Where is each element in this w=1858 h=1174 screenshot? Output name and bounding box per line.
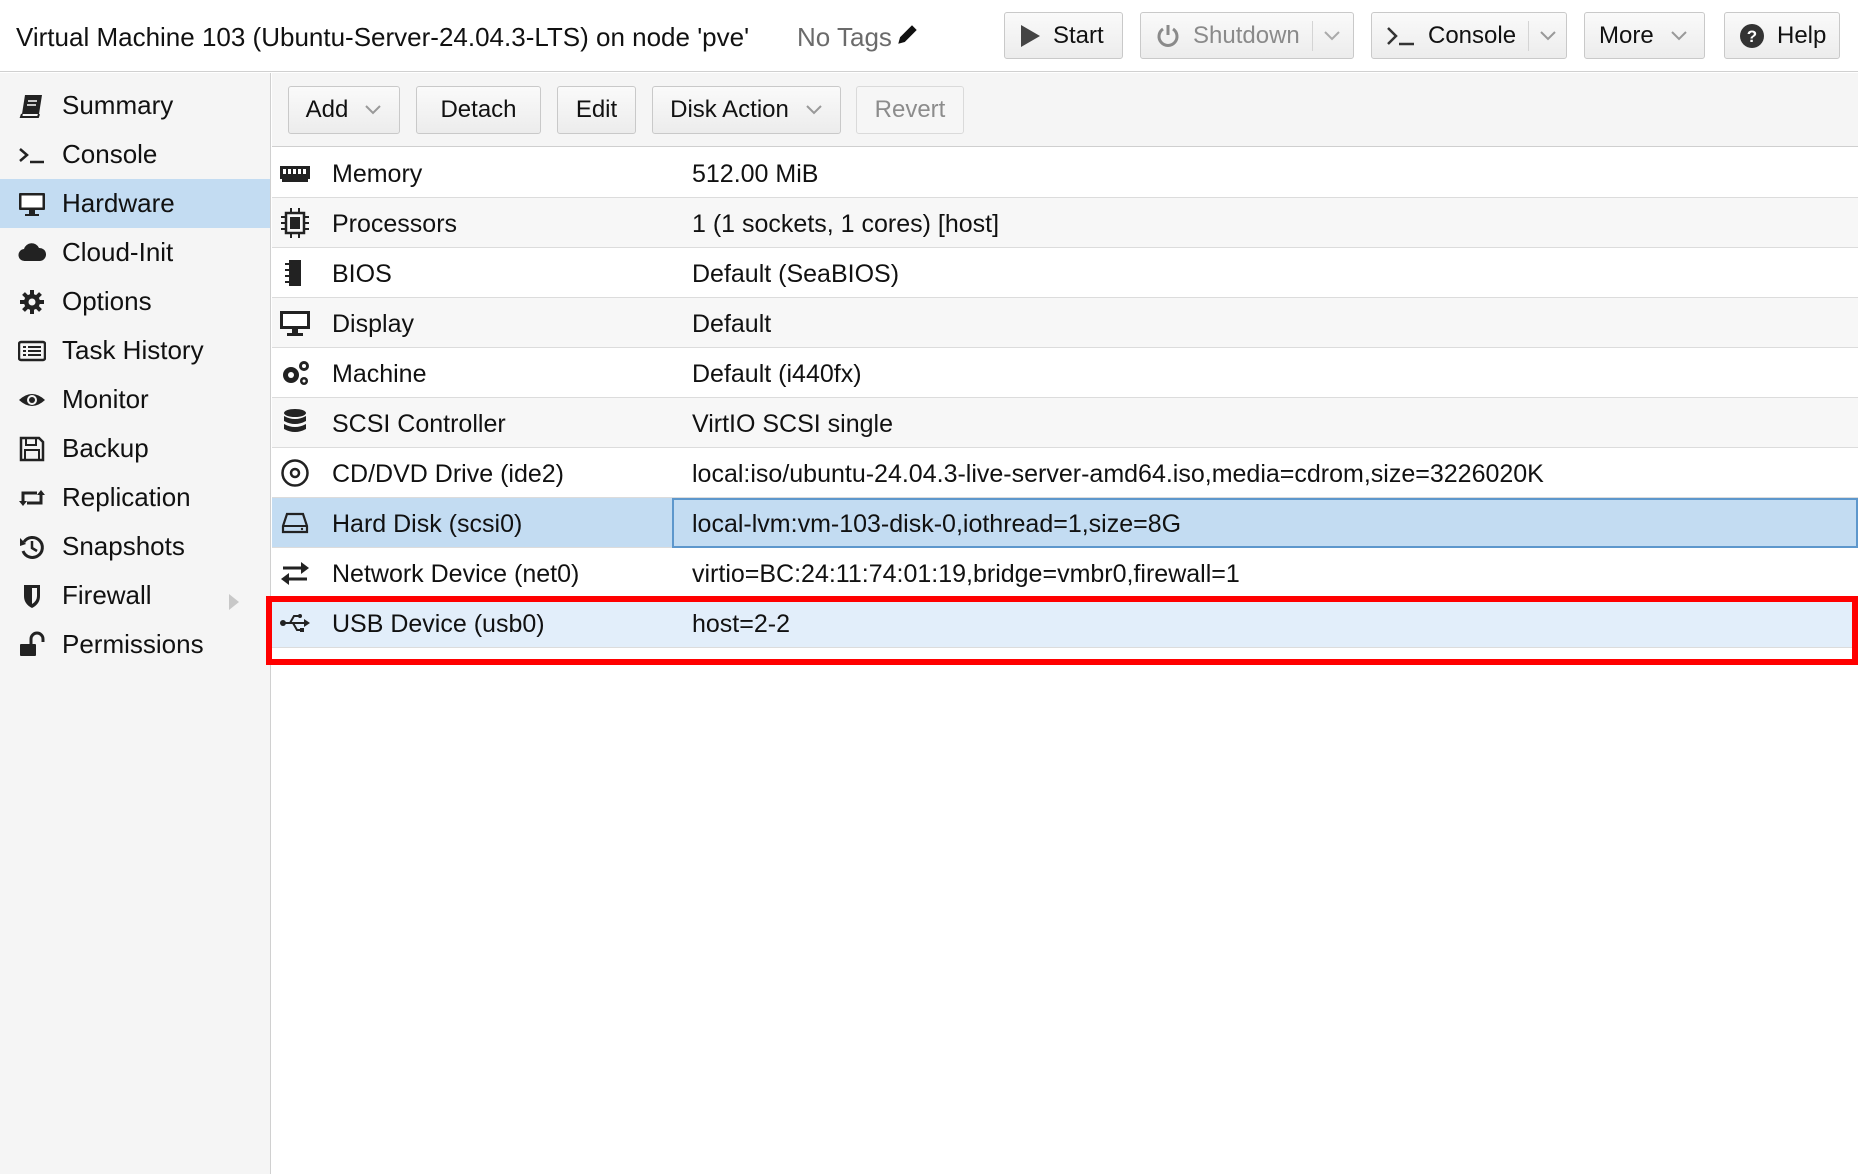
- svg-text:?: ?: [1747, 27, 1757, 46]
- table-row-hard-disk[interactable]: Hard Disk (scsi0) local-lvm:vm-103-disk-…: [272, 498, 1858, 548]
- cogs-icon: [278, 357, 312, 389]
- gear-icon: [16, 286, 48, 318]
- caret-right-icon[interactable]: [228, 587, 240, 618]
- table-row-display[interactable]: Display Default: [272, 298, 1858, 348]
- sidebar-item-permissions[interactable]: Permissions: [0, 620, 270, 669]
- floppy-icon: [16, 433, 48, 465]
- book-icon: [16, 90, 48, 122]
- table-row-bios[interactable]: BIOS Default (SeaBIOS): [272, 248, 1858, 298]
- top-bar: Virtual Machine 103 (Ubuntu-Server-24.04…: [0, 0, 1858, 72]
- desktop-icon: [278, 307, 312, 339]
- unlock-icon: [16, 629, 48, 661]
- table-row-processors[interactable]: Processors 1 (1 sockets, 1 cores) [host]: [272, 198, 1858, 248]
- add-button[interactable]: Add: [288, 86, 400, 134]
- sidebar: Summary Console Hardware Cloud-Init Opti…: [0, 73, 271, 1174]
- sidebar-item-summary[interactable]: Summary: [0, 81, 270, 130]
- usb-icon: [278, 607, 312, 639]
- help-button[interactable]: ? Help: [1724, 12, 1840, 59]
- chip-icon: [278, 257, 312, 289]
- revert-button[interactable]: Revert: [856, 86, 964, 134]
- cdrom-icon: [278, 457, 312, 489]
- list-icon: [16, 335, 48, 367]
- hdd-icon: [278, 507, 312, 539]
- chevron-down-icon: [805, 104, 823, 116]
- sidebar-item-monitor[interactable]: Monitor: [0, 375, 270, 424]
- cpu-icon: [278, 207, 312, 239]
- eye-icon: [16, 384, 48, 416]
- sidebar-item-console[interactable]: Console: [0, 130, 270, 179]
- shutdown-button[interactable]: Shutdown: [1140, 12, 1354, 59]
- pencil-icon[interactable]: [896, 22, 920, 53]
- exchange-icon: [278, 557, 312, 589]
- more-button[interactable]: More: [1584, 12, 1705, 59]
- database-icon: [278, 407, 312, 439]
- start-button[interactable]: Start: [1004, 12, 1123, 59]
- cloud-icon: [16, 237, 48, 269]
- sidebar-item-hardware[interactable]: Hardware: [0, 179, 270, 228]
- disk-action-button[interactable]: Disk Action: [652, 86, 841, 134]
- hardware-grid: Memory 512.00 MiB Processors 1 (1 socket…: [272, 148, 1858, 1174]
- play-icon: [1019, 24, 1041, 48]
- table-row-cd-dvd-drive[interactable]: CD/DVD Drive (ide2) local:iso/ubuntu-24.…: [272, 448, 1858, 498]
- vm-title: Virtual Machine 103 (Ubuntu-Server-24.04…: [16, 22, 750, 52]
- table-row-machine[interactable]: Machine Default (i440fx): [272, 348, 1858, 398]
- terminal-icon: [16, 139, 48, 171]
- chevron-down-icon: [364, 104, 382, 116]
- chevron-down-icon[interactable]: [1311, 20, 1341, 51]
- sidebar-item-cloud-init[interactable]: Cloud-Init: [0, 228, 270, 277]
- terminal-icon: [1386, 25, 1416, 47]
- table-row-scsi-controller[interactable]: SCSI Controller VirtIO SCSI single: [272, 398, 1858, 448]
- chevron-down-icon[interactable]: [1528, 20, 1557, 51]
- tags-area[interactable]: No Tags: [797, 22, 920, 53]
- shield-icon: [16, 580, 48, 612]
- table-row-network-device[interactable]: Network Device (net0) virtio=BC:24:11:74…: [272, 548, 1858, 598]
- sidebar-item-replication[interactable]: Replication: [0, 473, 270, 522]
- sidebar-item-snapshots[interactable]: Snapshots: [0, 522, 270, 571]
- power-icon: [1155, 23, 1181, 49]
- detach-button[interactable]: Detach: [416, 86, 541, 134]
- retweet-icon: [16, 482, 48, 514]
- memory-icon: [278, 157, 312, 189]
- chevron-down-icon: [1670, 30, 1688, 42]
- tags-label: No Tags: [797, 22, 892, 52]
- sidebar-item-backup[interactable]: Backup: [0, 424, 270, 473]
- hardware-toolbar: Add Detach Edit Disk Action Revert: [272, 73, 1858, 147]
- monitor-icon: [16, 188, 48, 220]
- edit-button[interactable]: Edit: [557, 86, 636, 134]
- table-row-usb-device[interactable]: USB Device (usb0) host=2-2: [272, 598, 1858, 648]
- history-icon: [16, 531, 48, 563]
- sidebar-item-options[interactable]: Options: [0, 277, 270, 326]
- sidebar-item-task-history[interactable]: Task History: [0, 326, 270, 375]
- console-button[interactable]: Console: [1371, 12, 1567, 59]
- question-circle-icon: ?: [1739, 23, 1765, 49]
- sidebar-item-firewall[interactable]: Firewall: [0, 571, 270, 620]
- table-row-memory[interactable]: Memory 512.00 MiB: [272, 148, 1858, 198]
